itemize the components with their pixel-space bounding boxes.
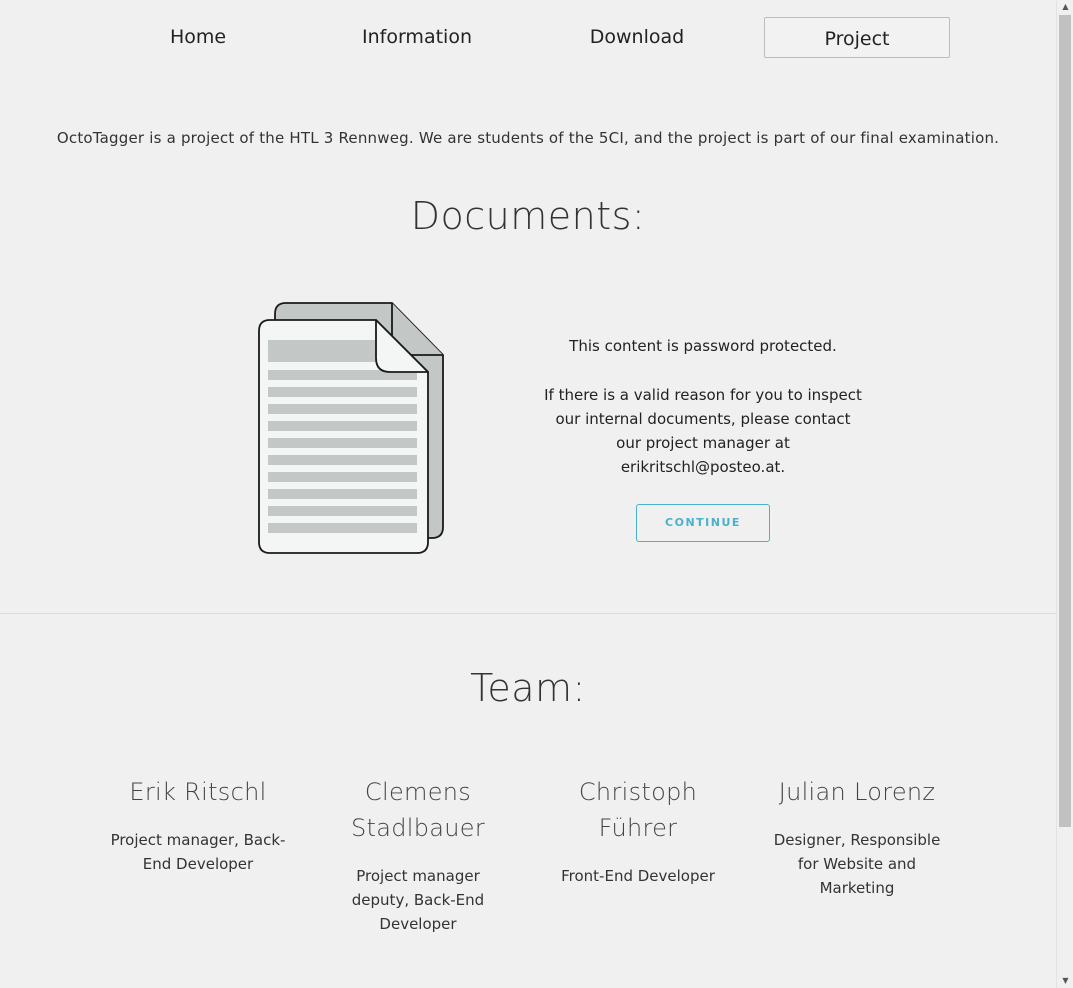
protected-notice: This content is password protected. If t… — [532, 334, 874, 479]
document-icon — [258, 302, 444, 554]
page: Home Information Download Project OctoTa… — [0, 0, 1073, 988]
team-heading: Team: — [470, 666, 586, 710]
scroll-up-arrow-icon[interactable]: ▲ — [1057, 0, 1073, 14]
member-name: Clemens Stadlbauer — [350, 778, 486, 842]
main-nav: Home Information Download Project — [0, 17, 1056, 58]
nav-information[interactable]: Information — [324, 17, 510, 58]
nav-home[interactable]: Home — [105, 17, 291, 58]
member-role: Project manager deputy, Back-End Develop… — [351, 867, 485, 933]
protected-text: This content is password protected. — [569, 337, 837, 355]
continue-button[interactable]: CONTINUE — [636, 504, 770, 542]
content-area: Home Information Download Project OctoTa… — [0, 0, 1056, 988]
team-member: Erik Ritschl Project manager, Back-End D… — [98, 774, 298, 876]
scroll-thumb[interactable] — [1059, 15, 1071, 827]
scroll-down-arrow-icon[interactable]: ▼ — [1057, 974, 1073, 988]
contact-line-2: our internal documents, please contact — [555, 410, 851, 428]
vertical-scrollbar[interactable]: ▲ ▼ — [1056, 0, 1073, 988]
member-name: Christoph Führer — [578, 778, 698, 842]
documents-heading: Documents: — [410, 194, 646, 238]
member-role: Front-End Developer — [561, 867, 715, 885]
member-role: Designer, Responsible for Website and Ma… — [773, 831, 941, 897]
section-divider — [0, 613, 1056, 614]
team-member: Clemens Stadlbauer Project manager deput… — [318, 774, 518, 936]
nav-project[interactable]: Project — [764, 17, 950, 58]
member-role: Project manager, Back-End Developer — [110, 831, 286, 873]
contact-line-1: If there is a valid reason for you to in… — [544, 386, 862, 404]
member-name: Erik Ritschl — [129, 778, 267, 806]
contact-line-3: our project manager at — [616, 434, 790, 452]
member-name: Julian Lorenz — [778, 778, 936, 806]
team-member: Christoph Führer Front-End Developer — [538, 774, 738, 888]
nav-download[interactable]: Download — [544, 17, 730, 58]
contact-email: erikritschl@posteo.at. — [620, 458, 786, 476]
team-member: Julian Lorenz Designer, Responsible for … — [757, 774, 957, 900]
intro-text: OctoTagger is a project of the HTL 3 Ren… — [56, 129, 1000, 147]
